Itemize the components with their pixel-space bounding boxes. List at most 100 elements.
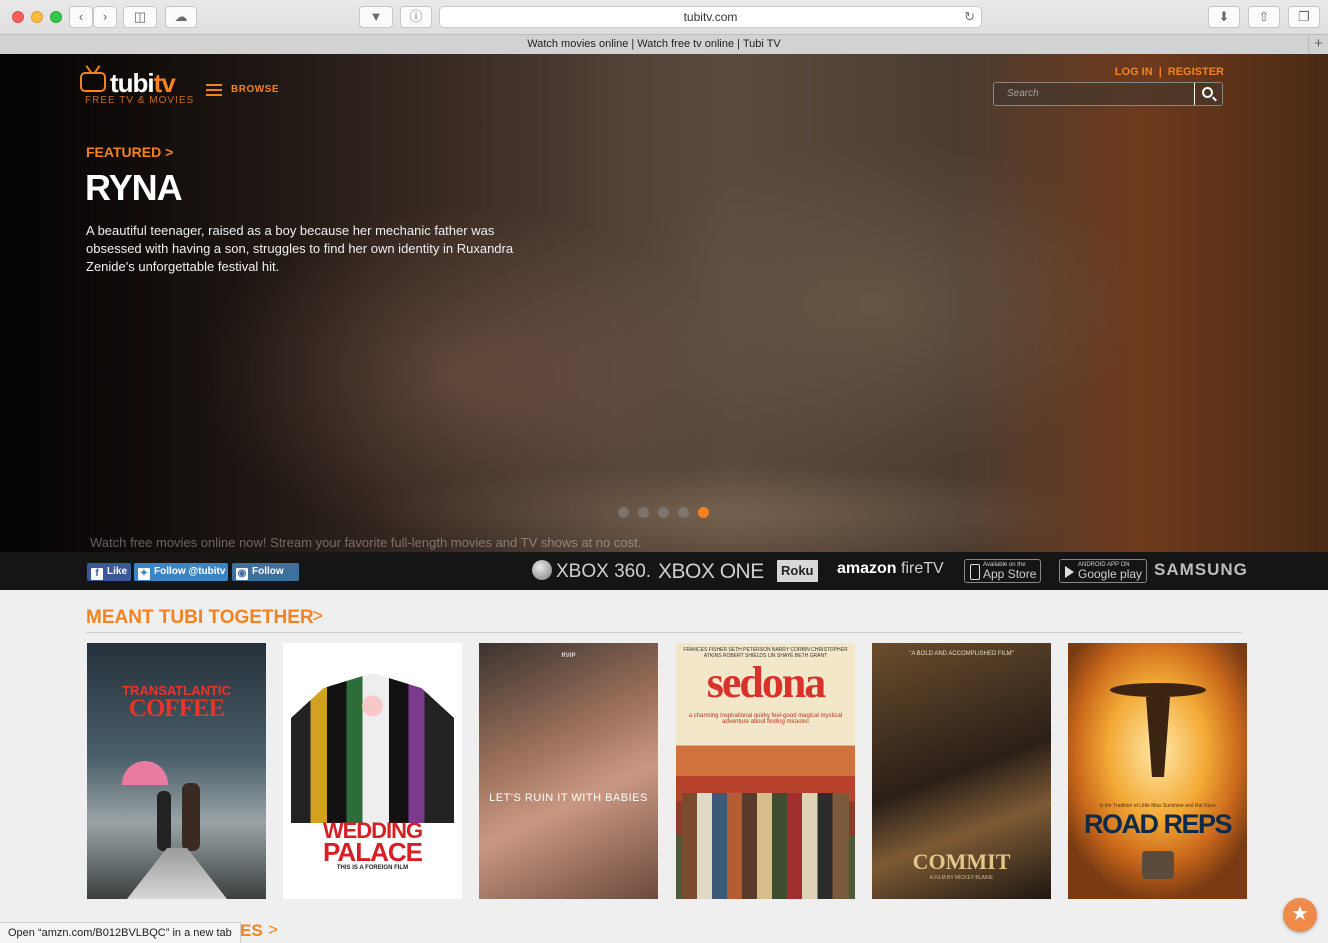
poster-road-reps[interactable]: In the Tradition of Little Miss Sunshine… (1068, 643, 1247, 899)
browser-toolbar: ‹ › ◫ ☁ ▼ ⓘ tubitv.com ↻ ⬇ ⇧ ❐ (0, 0, 1328, 34)
app-store-label: App Store (983, 567, 1037, 581)
share-button[interactable]: ⇧ (1248, 6, 1280, 28)
poster-wedding-palace[interactable]: WEDDING PALACE THIS IS A FOREIGN FILM (283, 643, 462, 899)
section-header: MEANT TUBI TOGETHER > (86, 605, 1242, 633)
browser-chrome: ‹ › ◫ ☁ ▼ ⓘ tubitv.com ↻ ⬇ ⇧ ❐ Watch mov… (0, 0, 1328, 54)
poster-studio: RVIP (561, 653, 576, 659)
chevron-right-icon[interactable]: > (268, 920, 278, 940)
zoom-window-button[interactable] (50, 11, 62, 23)
register-link[interactable]: REGISTER (1168, 66, 1224, 78)
sidebar-button[interactable]: ◫ (123, 6, 157, 28)
twitter-icon: ✦ (138, 568, 150, 580)
roku-logo[interactable]: Roku (777, 560, 818, 582)
info-icon: ⓘ (409, 9, 423, 24)
chevron-left-icon: ‹ (78, 9, 84, 24)
language-selector[interactable]: ES (240, 921, 263, 941)
tubitv-logo[interactable]: tubitv FREE TV & MOVIES (80, 64, 210, 110)
hero-banner[interactable]: tubitv FREE TV & MOVIES BROWSE LOG IN | RE… (0, 54, 1328, 552)
amazon-firetv-logo[interactable]: amazon fireTV (837, 560, 944, 584)
poster-title: ROAD REPS (1083, 809, 1233, 839)
show-tabs-button[interactable]: ❐ (1288, 6, 1320, 28)
poster-title: COMMIT (912, 849, 1011, 874)
auth-links: LOG IN | REGISTER (1115, 66, 1224, 78)
google-play-label: Google play (1078, 567, 1143, 581)
poster-sedona[interactable]: FRANCES FISHER SETH PETERSON BARRY CORBI… (676, 643, 855, 899)
poster-lets-ruin-it-with-babies[interactable]: RVIP LET'S RUIN IT WITH BABIES (479, 643, 658, 899)
section-title[interactable]: MEANT TUBI TOGETHER (86, 607, 314, 629)
search-button[interactable] (1194, 83, 1222, 105)
figure-art (157, 791, 171, 851)
cloud-icon: ☁ (174, 9, 188, 24)
address-bar[interactable]: tubitv.com ↻ (439, 6, 982, 28)
icloud-tabs-button[interactable]: ☁ (165, 6, 197, 28)
facebook-icon: f (91, 568, 103, 580)
poster-tagline: THIS IS A FOREIGN FILM (336, 865, 409, 871)
road-art (127, 848, 227, 899)
carousel-dot[interactable] (658, 507, 669, 518)
pocket-icon: ▼ (369, 9, 383, 24)
new-tab-button[interactable]: + (1308, 35, 1328, 54)
poster-quote: "A BOLD AND ACCOMPLISHED FILM" (909, 651, 1014, 657)
tv-icon (80, 72, 106, 92)
instagram-icon: ◉ (236, 568, 248, 580)
poster-transatlantic-coffee[interactable]: TRANSATLANTIC COFFEE (87, 643, 266, 899)
active-tab[interactable]: Watch movies online | Watch free tv onli… (0, 35, 1308, 54)
twitter-follow-label: Follow @tubitv (154, 566, 226, 577)
hero-title[interactable]: RYNA (85, 167, 183, 209)
back-button[interactable]: ‹ (69, 6, 93, 28)
forward-button[interactable]: › (93, 6, 117, 28)
chevron-right-icon[interactable]: > (312, 606, 323, 628)
cast-art (682, 793, 849, 899)
xbox360-label: XBOX 360. (556, 561, 652, 582)
close-window-button[interactable] (12, 11, 24, 23)
google-play-badge[interactable]: ANDROID APP ON Google play (1059, 559, 1148, 583)
carousel-dot[interactable] (678, 507, 689, 518)
search-input[interactable]: Search (1007, 88, 1039, 99)
facebook-like-button[interactable]: f Like (87, 563, 131, 581)
app-store-badge[interactable]: Available on the App Store (964, 559, 1042, 583)
extension-button[interactable]: ⓘ (400, 6, 432, 28)
search-icon (1202, 87, 1213, 98)
pocket-button[interactable]: ▼ (359, 6, 393, 28)
browse-label: BROWSE (231, 84, 279, 95)
samsung-logo[interactable]: SAMSUNG (1154, 560, 1248, 584)
facebook-like-label: Like (107, 566, 128, 577)
minimize-window-button[interactable] (31, 11, 43, 23)
download-icon: ⬇ (1218, 9, 1230, 24)
poster-credit: A FILM BY MICKEY BLAINE (929, 875, 994, 881)
xboxone-logo[interactable]: XBOX ONE (658, 560, 764, 584)
poster-commit[interactable]: "A BOLD AND ACCOMPLISHED FILM" COMMIT A … (872, 643, 1051, 899)
poster-title: LET'S RUIN IT WITH BABIES (489, 792, 648, 804)
xbox-orb-icon (532, 560, 552, 580)
hero-shade (0, 54, 620, 552)
auth-separator: | (1158, 66, 1162, 78)
tab-bar: Watch movies online | Watch free tv onli… (0, 34, 1328, 54)
crowd-art (291, 673, 454, 823)
instagram-follow-label: Follow (252, 566, 284, 577)
platform-bar: f Like ✦ Follow @tubitv ◉ Follow XBOX 360. … (0, 552, 1328, 590)
twitter-follow-button[interactable]: ✦ Follow @tubitv (134, 563, 228, 581)
car-art (1142, 851, 1174, 879)
hero-tagline: Watch free movies online now! Stream you… (90, 535, 642, 550)
poster-title-line2: PALACE (323, 837, 423, 867)
featured-label[interactable]: FEATURED > (86, 144, 173, 160)
carousel-dots (618, 505, 718, 518)
carousel-dot[interactable] (618, 507, 629, 518)
carousel-dot[interactable] (638, 507, 649, 518)
login-link[interactable]: LOG IN (1115, 66, 1153, 78)
carousel-dot-active[interactable] (698, 507, 709, 518)
search-box[interactable]: Search (993, 82, 1223, 106)
sidebar-icon: ◫ (133, 9, 147, 24)
surfboard-art (1110, 683, 1206, 697)
tabs-icon: ❐ (1298, 9, 1310, 24)
star-icon[interactable]: ★ (1283, 898, 1317, 932)
instagram-follow-button[interactable]: ◉ Follow (232, 563, 299, 581)
share-icon: ⇧ (1258, 9, 1270, 24)
reload-icon[interactable]: ↻ (964, 7, 975, 27)
umbrella-art (122, 761, 168, 785)
poster-title: sedona (706, 658, 827, 707)
firetv-label: fireTV (901, 560, 944, 577)
downloads-button[interactable]: ⬇ (1208, 6, 1240, 28)
url-text: tubitv.com (683, 10, 738, 24)
xbox360-logo[interactable]: XBOX 360. (532, 560, 651, 584)
